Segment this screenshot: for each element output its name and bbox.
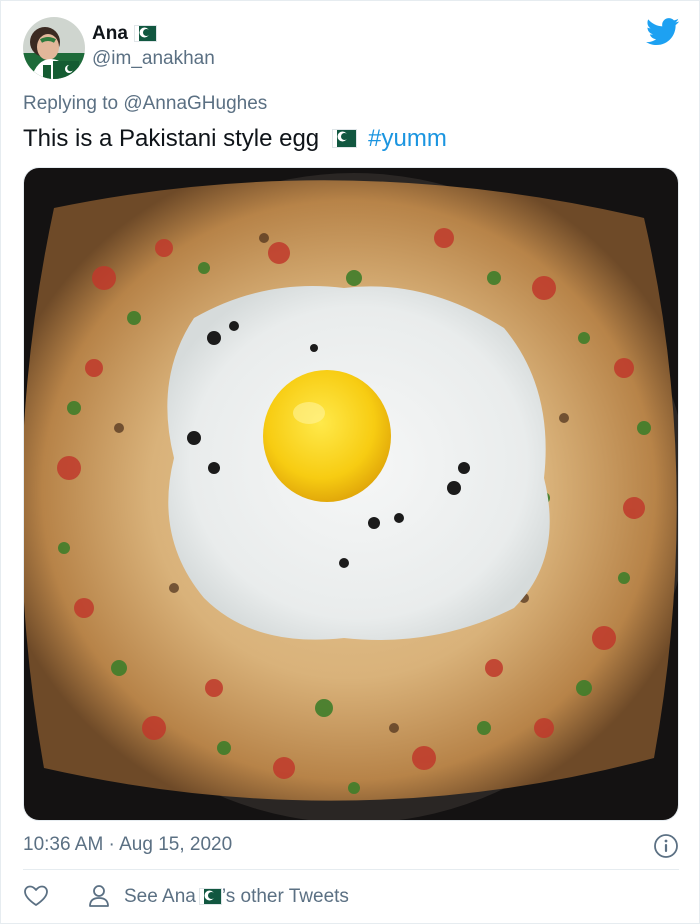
hashtag-link[interactable]: #yumm — [368, 125, 447, 152]
divider — [23, 869, 679, 870]
twitter-bird-icon[interactable] — [646, 18, 680, 46]
see-other-suffix[interactable]: ’s other Tweets — [222, 886, 349, 907]
tweet-text: This is a Pakistani style egg #yumm — [23, 123, 447, 155]
see-other-tweets-link[interactable]: See Ana ’s other Tweets — [124, 885, 349, 909]
see-other-prefix[interactable]: See Ana — [124, 886, 196, 907]
tweet-card: Ana @im_anakhan Replying to @AnnaGHughes… — [0, 0, 700, 924]
pakistan-flag-icon — [332, 129, 358, 148]
tweet-timestamp[interactable]: 10:36 AM · Aug 15, 2020 — [23, 833, 232, 857]
heart-icon[interactable] — [23, 883, 49, 909]
author-name-text[interactable]: Ana — [92, 23, 128, 44]
pakistan-flag-icon — [133, 25, 157, 42]
author-handle[interactable]: @im_anakhan — [92, 47, 215, 71]
replying-to: Replying to @AnnaGHughes — [23, 92, 267, 116]
info-icon[interactable] — [653, 833, 679, 859]
person-icon[interactable] — [87, 883, 111, 909]
author-name[interactable]: Ana — [92, 22, 157, 46]
tweet-body: This is a Pakistani style egg — [23, 125, 320, 152]
replying-to-link[interactable]: @AnnaGHughes — [123, 93, 267, 114]
replying-prefix: Replying to — [23, 93, 119, 114]
avatar[interactable] — [23, 17, 85, 79]
tweet-photo[interactable] — [23, 167, 679, 821]
pakistan-flag-icon — [198, 888, 222, 905]
